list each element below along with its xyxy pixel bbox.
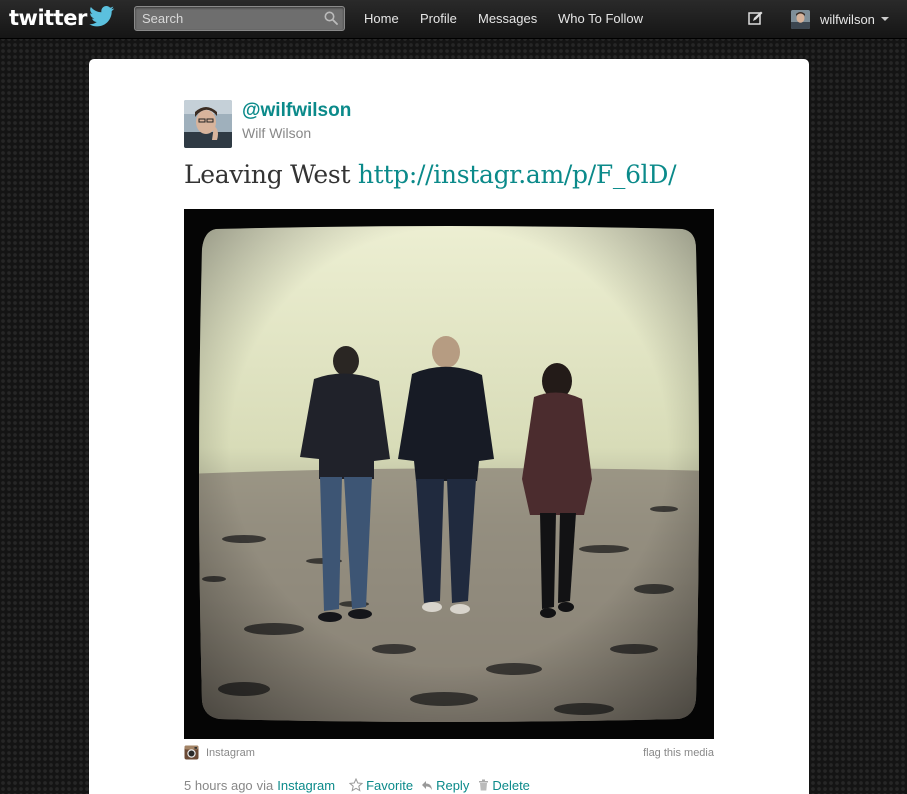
instagram-icon bbox=[184, 745, 199, 760]
flag-media-link[interactable]: flag this media bbox=[643, 747, 714, 759]
nav-home[interactable]: Home bbox=[364, 0, 399, 38]
search-icon[interactable] bbox=[324, 11, 338, 25]
media-source-label: Instagram bbox=[206, 747, 255, 759]
delete-label[interactable]: Delete bbox=[492, 778, 530, 793]
author-handle[interactable]: @wilfwilson bbox=[242, 100, 351, 122]
chevron-down-icon bbox=[880, 17, 889, 21]
search-box bbox=[134, 6, 345, 31]
via-label: via bbox=[256, 777, 274, 793]
reply-label[interactable]: Reply bbox=[436, 778, 469, 793]
nav-profile[interactable]: Profile bbox=[420, 0, 457, 38]
tweet-text: Leaving West http://instagr.am/p/F_6lD/ bbox=[184, 160, 677, 189]
tweet-link[interactable]: http://instagr.am/p/F_6lD/ bbox=[358, 160, 677, 189]
twitter-bird-icon bbox=[89, 6, 115, 27]
photo-image bbox=[184, 209, 714, 739]
reply-icon bbox=[422, 781, 433, 790]
tweet-actions: 5 hours ago via Instagram Favorite Reply… bbox=[184, 776, 530, 794]
search-input[interactable] bbox=[135, 7, 322, 30]
tweet-timestamp[interactable]: 5 hours ago bbox=[184, 778, 253, 793]
nav-messages[interactable]: Messages bbox=[478, 0, 537, 38]
twitter-logo[interactable]: twitter bbox=[9, 4, 115, 32]
tweet-photo[interactable] bbox=[184, 209, 714, 739]
favorite-label[interactable]: Favorite bbox=[366, 778, 413, 793]
tweet-body: Leaving West bbox=[184, 160, 351, 189]
via-app-link[interactable]: Instagram bbox=[277, 778, 335, 793]
user-name: wilfwilson bbox=[820, 11, 875, 27]
compose-icon[interactable] bbox=[748, 11, 763, 26]
photo-meta: Instagram flag this media bbox=[184, 745, 714, 761]
author-avatar[interactable] bbox=[184, 100, 232, 148]
user-menu[interactable]: wilfwilson bbox=[791, 9, 889, 29]
logo-text: twitter bbox=[9, 6, 87, 30]
author-name: Wilf Wilson bbox=[242, 125, 312, 141]
user-avatar bbox=[791, 9, 810, 29]
delete-button[interactable]: Delete bbox=[478, 778, 530, 793]
nav-who-to-follow[interactable]: Who To Follow bbox=[558, 0, 643, 38]
favorite-button[interactable]: Favorite bbox=[349, 778, 413, 793]
tweet-card: @wilfwilson Wilf Wilson Leaving West htt… bbox=[89, 59, 809, 794]
top-bar: twitter Home Profile Messages Who To Fol… bbox=[0, 0, 907, 39]
star-icon bbox=[349, 778, 364, 792]
trash-icon bbox=[479, 779, 489, 791]
reply-button[interactable]: Reply bbox=[421, 778, 469, 793]
